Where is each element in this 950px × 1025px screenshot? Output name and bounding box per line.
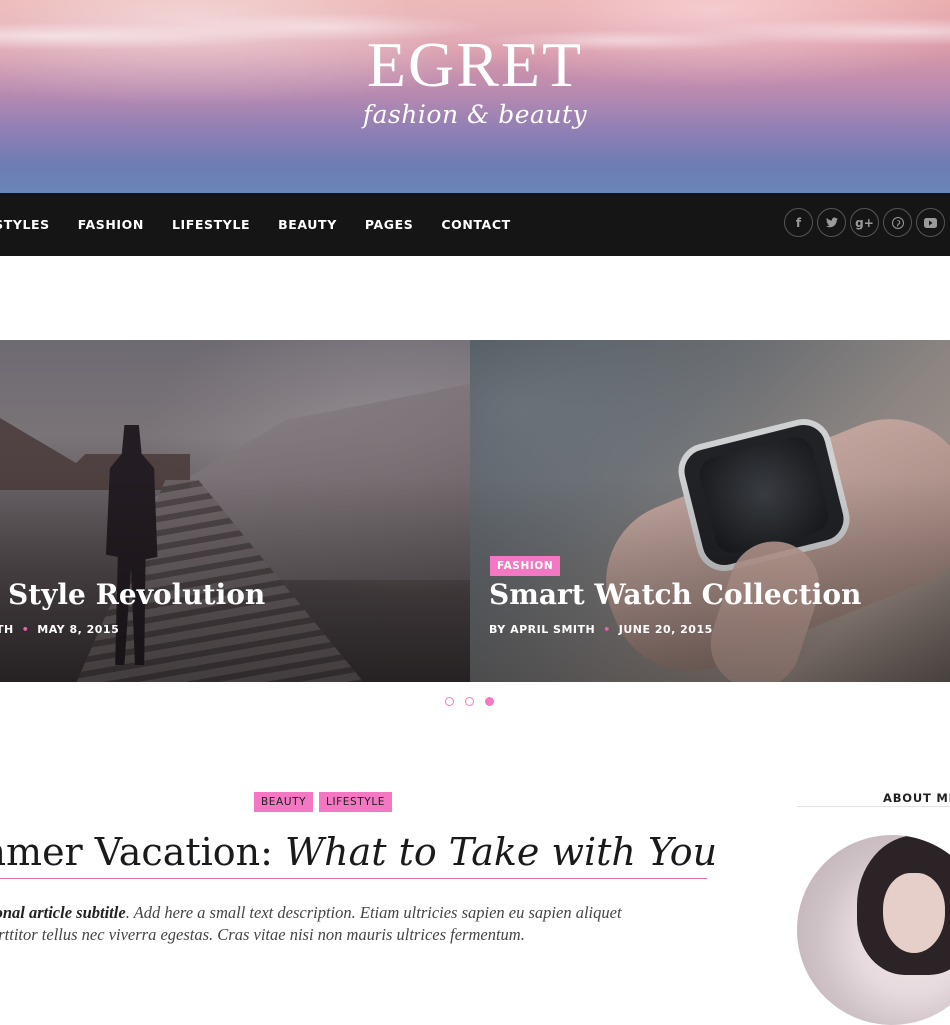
nav-item-fashion[interactable]: FASHION [78,217,144,232]
sidebar-about-heading: ABOUT ME [883,791,950,805]
article-title-italic: What to Take with You [285,830,718,874]
article-tag-lifestyle[interactable]: LIFESTYLE [319,792,392,812]
nav-item-pages[interactable]: PAGES [365,217,414,232]
slide-title[interactable]: Smart Watch Collection [489,578,861,611]
nav-item-styles[interactable]: E STYLES [0,217,50,232]
twitter-icon[interactable] [817,208,846,237]
nav-menu: E STYLES FASHION LIFESTYLE BEAUTY PAGES … [0,193,539,256]
site-tagline: fashion & beauty [362,100,588,129]
facebook-icon[interactable]: f [784,208,813,237]
slider-pagination [445,697,505,706]
article-title-plain: mmer Vacation: [0,830,273,874]
slider-dot-active[interactable] [485,697,494,706]
about-avatar [797,835,950,1025]
avatar-face [883,873,945,953]
slide-author[interactable]: TH [0,623,14,636]
site-title[interactable]: EGRET [0,32,950,98]
title-underline [0,878,707,879]
nav-item-lifestyle[interactable]: LIFESTYLE [172,217,250,232]
slide-meta: TH • MAY 8, 2015 [0,623,119,636]
slide-date: MAY 8, 2015 [37,623,120,636]
article-title[interactable]: mmer Vacation: What to Take with You [0,826,717,878]
slide-date: JUNE 20, 2015 [618,623,713,636]
sidebar-heading-rule [797,806,950,807]
slider-dot[interactable] [445,697,454,706]
excerpt-line-2: orttitor tellus nec viverra egestas. Cra… [0,925,525,944]
nav-item-contact[interactable]: CONTACT [441,217,510,232]
meta-separator-dot: • [603,623,611,636]
article-subtitle: ional article subtitle [0,903,126,922]
pinterest-icon[interactable] [883,208,912,237]
meta-separator-dot: • [21,623,30,636]
excerpt-line-1: . Add here a small text description. Eti… [125,903,622,922]
article-excerpt: ional article subtitle. Add here a small… [0,902,710,946]
google-plus-icon[interactable]: g+ [850,208,879,237]
header-banner: EGRET fashion & beauty [0,0,950,193]
youtube-icon[interactable] [916,208,945,237]
slide-author[interactable]: BY APRIL SMITH [489,623,595,636]
slide-title[interactable]: Style Revolution [8,578,265,611]
slide-category-badge[interactable]: FASHION [490,556,561,576]
slider-dot[interactable] [465,697,474,706]
social-links: f g+ [784,208,949,237]
slide-meta: BY APRIL SMITH • JUNE 20, 2015 [489,623,713,636]
nav-item-beauty[interactable]: BEAUTY [278,217,337,232]
article-tag-beauty[interactable]: BEAUTY [254,792,314,812]
site-branding[interactable]: EGRET fashion & beauty [0,32,950,130]
